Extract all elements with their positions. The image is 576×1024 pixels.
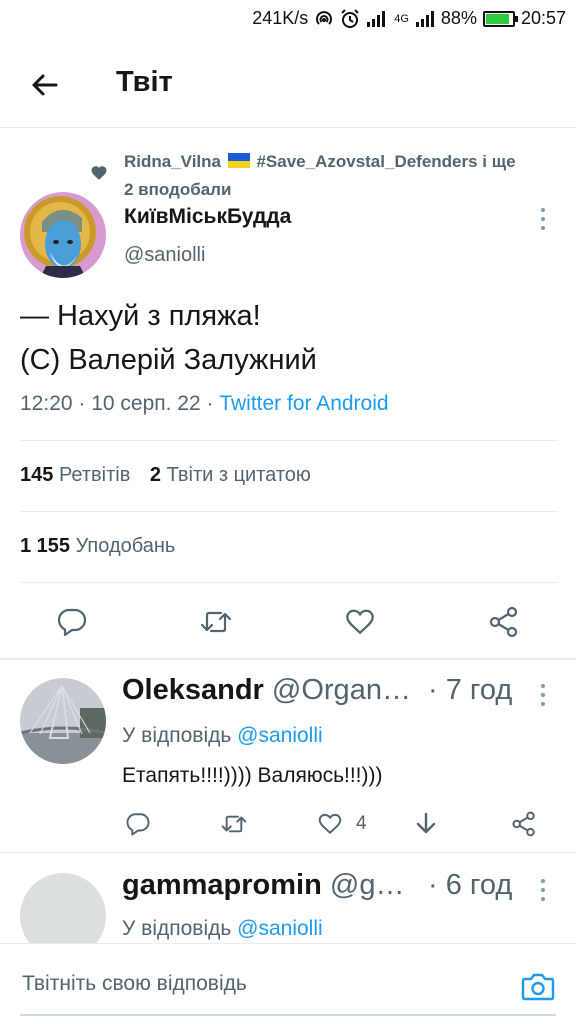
network-type: 4G bbox=[394, 12, 409, 25]
reply-input[interactable]: Твітніть свою відповідь bbox=[22, 972, 247, 996]
reply-avatar[interactable] bbox=[20, 873, 106, 943]
reply-author-handle[interactable]: @Organ… bbox=[272, 674, 411, 706]
reply-to-line: У відповідь @saniolli bbox=[122, 917, 323, 941]
signal-4g-icon bbox=[415, 10, 435, 28]
signal-icon bbox=[366, 10, 388, 28]
camera-icon bbox=[521, 973, 555, 1001]
arrow-down-icon bbox=[416, 812, 436, 834]
more-vertical-icon bbox=[541, 208, 545, 230]
liked-by-count: 2 вподобали bbox=[124, 180, 232, 199]
liked-by-text: Ridna_Vilna #Save_Azovstal_Defenders і щ… bbox=[124, 148, 576, 204]
reply-more-button[interactable] bbox=[533, 682, 553, 708]
liked-by-user: #Save_Azovstal_Defenders і ще bbox=[256, 152, 516, 171]
reply-composer: Твітніть свою відповідь bbox=[0, 943, 576, 1024]
reply-share-button[interactable] bbox=[504, 804, 544, 844]
tweet-text-line: — Нахуй з пляжа! bbox=[20, 300, 261, 332]
tweet-actions bbox=[0, 600, 576, 644]
tweet-stats-retweets: 145 Ретвітів 2 Твіти з цитатою bbox=[20, 464, 311, 487]
retweet-icon bbox=[200, 611, 232, 633]
liked-by-row[interactable]: Ridna_Vilna #Save_Azovstal_Defenders і щ… bbox=[90, 148, 576, 204]
retweets-stat[interactable]: 145 Ретвітів bbox=[20, 464, 130, 486]
more-options-button[interactable] bbox=[533, 206, 553, 232]
tweet-meta: 12:20 · 10 серп. 22 · Twitter for Androi… bbox=[20, 392, 389, 416]
page-title: Твіт bbox=[116, 66, 173, 98]
liked-by-user: Ridna_Vilna bbox=[124, 152, 221, 171]
heart-outline-icon bbox=[346, 609, 374, 635]
battery-fill bbox=[485, 13, 509, 24]
status-bar-right: 241K/s 4G 88% 20:57 bbox=[252, 8, 566, 29]
reply-item[interactable]: Oleksandr @Organ… · 7 год У відповідь @s… bbox=[0, 660, 576, 852]
battery-icon bbox=[482, 10, 518, 27]
author-avatar[interactable] bbox=[20, 192, 106, 278]
hotspot-icon bbox=[314, 9, 334, 29]
reply-reply-button[interactable] bbox=[118, 804, 158, 844]
reply-author-name[interactable]: gammapromin bbox=[122, 869, 322, 901]
share-icon bbox=[489, 606, 518, 638]
reply-retweet-button[interactable] bbox=[214, 804, 254, 844]
tweet-text-line: (С) Валерій Залужний bbox=[20, 344, 317, 376]
divider bbox=[20, 511, 558, 512]
reply-item[interactable]: gammapromin @g… · 6 год У відповідь @san… bbox=[0, 853, 576, 943]
status-bar: 241K/s 4G 88% 20:57 bbox=[0, 0, 576, 38]
reply-author-name[interactable]: Oleksandr bbox=[122, 674, 264, 706]
reply-button[interactable] bbox=[50, 600, 94, 644]
mention-link[interactable]: @saniolli bbox=[237, 724, 323, 747]
author-handle[interactable]: @saniolli bbox=[124, 244, 205, 267]
divider bbox=[20, 440, 558, 441]
reply-download-button[interactable] bbox=[406, 804, 446, 844]
reply-icon bbox=[57, 608, 87, 637]
mention-link[interactable]: @saniolli bbox=[237, 917, 323, 940]
back-button[interactable] bbox=[24, 65, 64, 105]
heart-icon bbox=[90, 164, 108, 187]
arrow-left-icon bbox=[32, 74, 58, 96]
heart-outline-icon bbox=[318, 813, 342, 834]
reply-to-label: У відповідь bbox=[122, 724, 238, 747]
network-speed: 241K/s bbox=[252, 8, 309, 28]
tweet-source-link[interactable]: Twitter for Android bbox=[219, 392, 388, 415]
divider bbox=[20, 582, 558, 583]
reply-text: Етапять!!!!)))) Валяюсь!!!))) bbox=[122, 764, 383, 787]
reply-header: gammapromin @g… bbox=[122, 869, 404, 902]
alarm-icon bbox=[340, 8, 360, 29]
author-name[interactable]: КиївМіськБудда bbox=[124, 205, 291, 229]
reply-like-count: 4 bbox=[356, 813, 367, 834]
reply-to-line: У відповідь @saniolli bbox=[122, 724, 323, 748]
like-button[interactable] bbox=[338, 600, 382, 644]
reply-author-handle[interactable]: @g… bbox=[330, 869, 405, 901]
reply-time: · 7 год bbox=[428, 674, 513, 706]
reply-header: Oleksandr @Organ… bbox=[122, 674, 411, 707]
reply-icon bbox=[126, 813, 150, 836]
more-vertical-icon bbox=[541, 684, 545, 706]
likes-stat[interactable]: 1 155 Уподобань bbox=[20, 535, 175, 557]
quotes-stat[interactable]: 2 Твіти з цитатою bbox=[150, 464, 311, 486]
camera-button[interactable] bbox=[518, 966, 558, 1006]
reply-time: · 6 год bbox=[428, 869, 513, 901]
tweet-timestamp: 12:20 · 10 серп. 22 · bbox=[20, 392, 220, 415]
share-icon bbox=[512, 811, 535, 837]
ukraine-flag-icon bbox=[227, 153, 250, 168]
composer-underline bbox=[20, 1014, 556, 1016]
reply-to-label: У відповідь bbox=[122, 917, 238, 940]
retweet-icon bbox=[221, 815, 247, 833]
clock: 20:57 bbox=[520, 8, 566, 28]
retweet-button[interactable] bbox=[194, 600, 238, 644]
reply-avatar[interactable] bbox=[20, 678, 106, 764]
tweet-stats-likes: 1 155 Уподобань bbox=[20, 535, 175, 558]
share-button[interactable] bbox=[482, 600, 526, 644]
reply-more-button[interactable] bbox=[533, 877, 553, 903]
more-vertical-icon bbox=[541, 879, 545, 901]
app-header: Твіт bbox=[0, 38, 576, 128]
tweet-text: — Нахуй з пляжа! (С) Валерій Залужний bbox=[20, 294, 560, 382]
battery-percent: 88% bbox=[440, 8, 477, 28]
reply-like-button[interactable] bbox=[310, 804, 350, 844]
